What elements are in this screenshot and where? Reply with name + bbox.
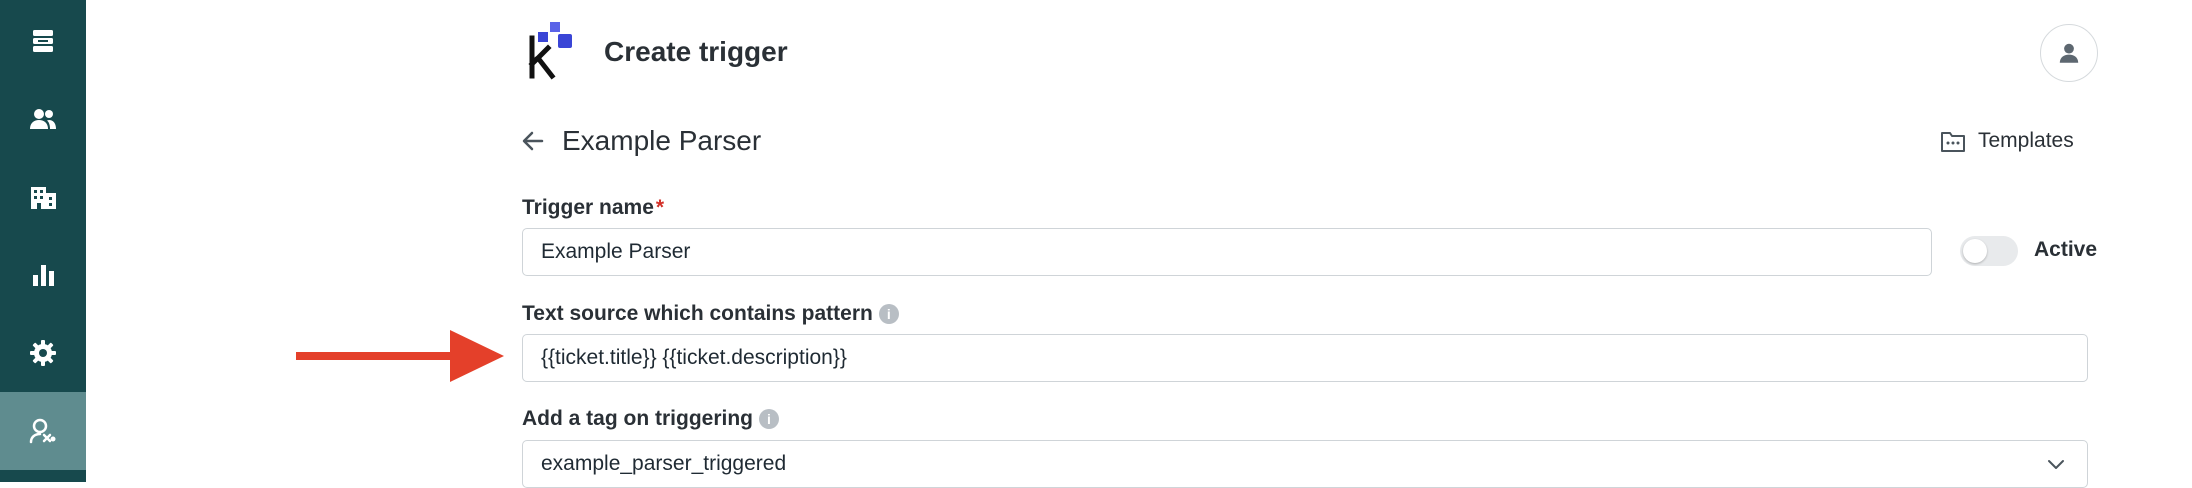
- avatar[interactable]: [2040, 24, 2098, 82]
- gear-icon: [30, 340, 56, 366]
- info-icon[interactable]: i: [878, 304, 899, 324]
- folder-icon: [1941, 132, 1965, 152]
- active-toggle[interactable]: [1960, 236, 2018, 266]
- nav-item-users[interactable]: [0, 80, 86, 158]
- text-source-value: {{ticket.title}} {{ticket.description}}: [541, 346, 847, 369]
- text-source-label-text: Text source which contains pattern: [522, 302, 873, 325]
- chevron-down-icon: [2048, 460, 2064, 469]
- chart-icon: [33, 265, 54, 286]
- nav-item-organizations[interactable]: [0, 158, 86, 236]
- triggers-icon: [29, 418, 56, 444]
- text-source-input[interactable]: {{ticket.title}} {{ticket.description}}: [522, 334, 2088, 382]
- user-icon: [2059, 43, 2079, 63]
- inbox-icon: [33, 30, 53, 52]
- tag-value: example_parser_triggered: [541, 452, 787, 475]
- trigger-subtitle: Example Parser: [562, 125, 762, 156]
- templates-label: Templates: [1978, 129, 2074, 152]
- annotation-arrow-icon: [296, 330, 504, 382]
- info-icon[interactable]: i: [759, 409, 779, 429]
- app-logo: [528, 22, 572, 80]
- required-mark: *: [655, 196, 665, 219]
- trigger-name-value: Example Parser: [541, 240, 691, 263]
- back-arrow-icon[interactable]: [520, 128, 546, 154]
- tag-label-text: Add a tag on triggering: [522, 407, 753, 430]
- active-label: Active: [2034, 238, 2098, 261]
- text-source-label: Text source which contains pattern i: [522, 302, 899, 326]
- sidebar: [0, 0, 86, 482]
- page-title: Create trigger: [604, 36, 788, 67]
- trigger-name-input[interactable]: Example Parser: [522, 228, 1932, 276]
- tag-label: Add a tag on triggering i: [522, 407, 779, 431]
- nav-item-inbox[interactable]: [0, 2, 86, 80]
- templates-button[interactable]: Templates: [1940, 128, 2074, 154]
- trigger-name-label: Trigger name *: [522, 196, 664, 220]
- trigger-name-label-text: Trigger name: [522, 196, 654, 219]
- building-icon: [31, 187, 56, 209]
- nav-item-settings[interactable]: [0, 314, 86, 392]
- users-icon: [30, 109, 56, 129]
- nav-item-reports[interactable]: [0, 236, 86, 314]
- nav-item-triggers[interactable]: [0, 392, 86, 470]
- tag-select[interactable]: example_parser_triggered: [522, 440, 2088, 488]
- toggle-knob: [1963, 239, 1987, 263]
